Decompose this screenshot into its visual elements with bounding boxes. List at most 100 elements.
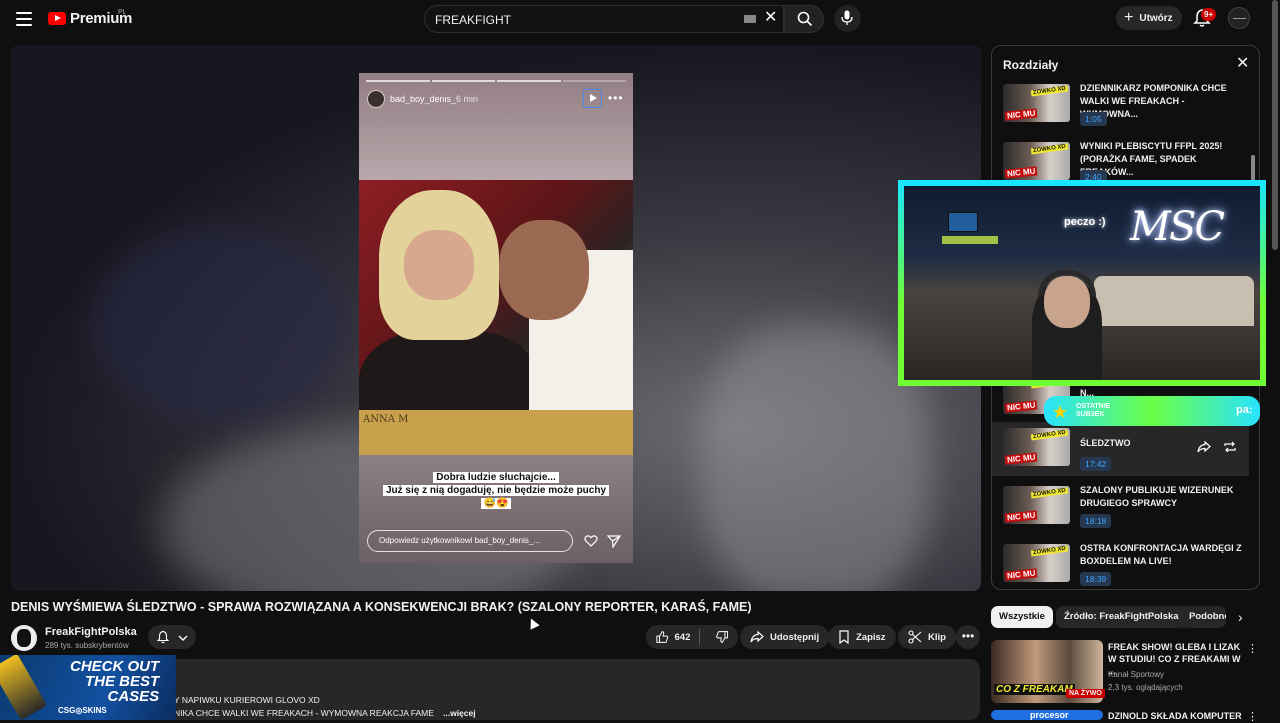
background-blur bbox=[701, 325, 931, 591]
tab-source[interactable]: Źródło: FreakFightPolska bbox=[1056, 606, 1187, 628]
chapter-timestamp[interactable]: 18:18 bbox=[1080, 514, 1112, 528]
ad-banner[interactable]: CHECK OUT THE BEST CASES CSG◎SKINS bbox=[0, 655, 176, 720]
description-line: Y NAPIWKU KURIEROWI GLOVO XD bbox=[174, 695, 320, 705]
search-input[interactable] bbox=[435, 11, 735, 29]
mic-icon bbox=[841, 10, 853, 25]
chapter-thumbnail: NIC MU ZOWKO XD bbox=[1003, 142, 1070, 180]
save-button[interactable]: Zapisz bbox=[828, 625, 896, 649]
photo-figure bbox=[499, 220, 589, 320]
more-actions-button[interactable]: ••• bbox=[956, 625, 980, 649]
keyboard-icon[interactable] bbox=[744, 15, 756, 23]
chapter-timestamp[interactable]: 17:42 bbox=[1080, 457, 1112, 471]
bookmark-icon bbox=[839, 630, 849, 644]
banner-line: OSTATNIE bbox=[1076, 403, 1111, 410]
caption-emoji: 😅😍 bbox=[480, 498, 512, 509]
more-vert-icon[interactable]: ⋮ bbox=[1247, 710, 1258, 723]
menu-icon[interactable] bbox=[16, 12, 32, 26]
search-box bbox=[424, 5, 784, 33]
recommendation-meta: 2,3 tys. oglądających bbox=[1108, 683, 1183, 692]
chapter-title: SZALONY PUBLIKUJE WIZERUNEK DRUGIEGO SPR… bbox=[1080, 485, 1234, 508]
thumb-label: ZOWKO XD bbox=[1030, 429, 1069, 441]
description-line: NIKA CHCE WALKI WE FREAKACH - WYMOWNA RE… bbox=[174, 708, 434, 718]
ad-headline: CHECK OUT THE BEST CASES bbox=[70, 659, 159, 704]
thumb-label: ZOWKO XD bbox=[1030, 85, 1069, 97]
more-icon: ••• bbox=[608, 91, 624, 105]
channel-subscribers: 289 tys. subskrybentów bbox=[45, 641, 129, 650]
tab-all[interactable]: Wszystkie bbox=[991, 606, 1053, 628]
clear-icon[interactable]: ✕ bbox=[764, 10, 778, 26]
thumb-label: NIC MU bbox=[1004, 568, 1038, 581]
thumb-label: NIC MU bbox=[1004, 166, 1038, 179]
caption-line: Dobra ludzie słuchajcie... bbox=[433, 472, 559, 483]
voice-search-button[interactable] bbox=[834, 5, 861, 32]
share-label: Udostępnij bbox=[770, 631, 820, 643]
youtube-premium-logo[interactable]: Premium PL bbox=[48, 9, 132, 27]
chevron-down-icon bbox=[178, 635, 188, 641]
channel-avatar[interactable] bbox=[11, 625, 37, 651]
close-icon[interactable]: ✕ bbox=[1236, 56, 1249, 72]
photo-sign: ANNA M bbox=[363, 414, 409, 425]
bell-icon bbox=[156, 630, 170, 644]
story-avatar bbox=[367, 90, 385, 108]
chapters-title: Rozdziały bbox=[1003, 58, 1059, 72]
chapter-item[interactable]: NIC MU ZOWKO XD SZALONY PUBLIKUJE WIZERUN… bbox=[992, 485, 1249, 544]
background-blur bbox=[91, 225, 351, 425]
photo-figure bbox=[404, 230, 474, 300]
subscription-bell-button[interactable] bbox=[148, 625, 196, 649]
video-title: DENIS WYŚMIEWA ŚLEDZTWO - SPRAWA ROZWIĄZ… bbox=[11, 600, 752, 614]
create-button[interactable]: + Utwórz bbox=[1116, 6, 1182, 30]
description-more-link[interactable]: ...więcej bbox=[443, 708, 476, 718]
thumb-label: NIC MU bbox=[1004, 452, 1038, 465]
webcam-shelf bbox=[942, 236, 998, 244]
notification-badge: 9+ bbox=[1201, 8, 1217, 21]
thumbnail-caption: procesor bbox=[1030, 710, 1069, 720]
last-sub-label: OSTATNIE SUB3EK bbox=[1076, 403, 1110, 419]
chapter-title: OSTRA KONFRONTACJA WARDĘGI Z BOXDELEM NA… bbox=[1080, 543, 1242, 566]
send-icon bbox=[607, 535, 621, 548]
thumbnail-caption: CO Z FREAKAM bbox=[994, 684, 1075, 695]
story-username: bad_boy_denis_ bbox=[390, 94, 457, 104]
clip-label: Klip bbox=[928, 631, 946, 643]
chapter-thumbnail: NIC MU ZOWKO XD bbox=[1003, 428, 1070, 466]
loop-icon[interactable] bbox=[1223, 440, 1237, 454]
chapter-thumbnail: NIC MU ZOWKO XD bbox=[1003, 544, 1070, 582]
thumb-label: NIC MU bbox=[1004, 108, 1038, 121]
thumb-label: ZOWKO XD bbox=[1030, 487, 1069, 499]
instagram-story: bad_boy_denis_ 6 min ••• ANNA M Dobra lu… bbox=[359, 73, 633, 563]
search-button[interactable] bbox=[784, 5, 824, 33]
thumb-label: ZOWKO XD bbox=[1030, 143, 1069, 155]
chapter-timestamp[interactable]: 18:39 bbox=[1080, 572, 1112, 586]
webcam-feed: peczo :) MSC bbox=[904, 186, 1260, 380]
page-scrollbar[interactable] bbox=[1272, 0, 1278, 250]
more-vert-icon[interactable]: ⋮ bbox=[1247, 642, 1258, 655]
chapter-item[interactable]: NIC MU ZOWKO XD DZIENNIKARZ POMPONIKA CHC… bbox=[992, 83, 1249, 142]
like-count[interactable]: 642 bbox=[675, 632, 691, 643]
chevron-right-icon[interactable]: › bbox=[1238, 610, 1243, 624]
chapter-item[interactable]: NIC MU ZOWKO XD OSTRA KONFRONTACJA WARDĘG… bbox=[992, 543, 1249, 589]
star-icon: ★ bbox=[1052, 402, 1069, 422]
recommendation-channel[interactable]: Kanał Sportowy bbox=[1108, 670, 1164, 679]
tab-similar[interactable]: Podobne bbox=[1181, 606, 1226, 628]
clip-button[interactable]: Klip bbox=[898, 625, 956, 649]
story-progress bbox=[366, 80, 626, 82]
avatar[interactable] bbox=[1228, 7, 1250, 29]
chapter-item-active[interactable]: NIC MU ZOWKO XD ŚLEDZTWO 17:42 bbox=[992, 422, 1249, 476]
story-photo: ANNA M bbox=[359, 180, 633, 455]
thumb-label: ZOWKO XD bbox=[1030, 545, 1069, 557]
create-label: Utwórz bbox=[1139, 12, 1173, 24]
headset bbox=[1038, 270, 1096, 296]
caption-line: Już się z nią dogaduję, nie będzie może … bbox=[382, 485, 610, 496]
like-dislike-group: 642 bbox=[646, 625, 738, 649]
top-bar: Premium PL ✕ + Utwórz 9+ bbox=[0, 0, 1280, 44]
chapter-title: ŚLEDZTWO bbox=[1080, 438, 1131, 448]
dislike-icon[interactable] bbox=[715, 630, 729, 644]
video-player[interactable]: bad_boy_denis_ 6 min ••• ANNA M Dobra lu… bbox=[11, 45, 981, 591]
channel-name[interactable]: FreakFightPolska bbox=[45, 626, 137, 638]
like-icon[interactable] bbox=[656, 630, 669, 644]
share-icon[interactable] bbox=[1197, 440, 1211, 454]
photo-desk: ANNA M bbox=[359, 410, 633, 455]
ad-brand: CSG◎SKINS bbox=[58, 706, 107, 715]
chapter-timestamp[interactable]: 1:05 bbox=[1080, 112, 1107, 126]
recommendation-title[interactable]: DZINOLD SKŁADA KOMPUTER bbox=[1108, 710, 1248, 722]
share-button[interactable]: Udostępnij bbox=[740, 625, 830, 649]
